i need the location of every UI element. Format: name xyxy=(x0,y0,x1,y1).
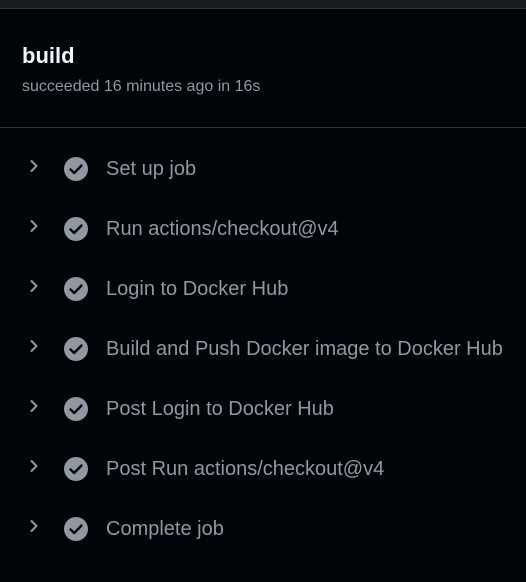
step-label: Complete job xyxy=(106,518,224,540)
chevron-right-icon[interactable] xyxy=(27,279,41,293)
chevron-right-icon[interactable] xyxy=(27,459,41,473)
check-circle-icon xyxy=(64,157,88,181)
step-login-docker-hub[interactable]: Login to Docker Hub xyxy=(0,259,526,319)
step-complete-job[interactable]: Complete job xyxy=(0,499,526,559)
check-circle-icon xyxy=(64,277,88,301)
check-circle-icon xyxy=(64,397,88,421)
step-label: Post Run actions/checkout@v4 xyxy=(106,458,385,480)
check-circle-icon xyxy=(64,217,88,241)
chevron-right-icon[interactable] xyxy=(27,519,41,533)
step-post-run-actions-checkout[interactable]: Post Run actions/checkout@v4 xyxy=(0,439,526,499)
step-set-up-job[interactable]: Set up job xyxy=(0,139,526,199)
job-steps-list: Set up job Run actions/checkout@v4 Login… xyxy=(0,139,526,559)
check-circle-icon xyxy=(64,457,88,481)
step-label: Build and Push Docker image to Docker Hu… xyxy=(106,338,503,360)
job-title: build xyxy=(22,43,75,68)
top-strip xyxy=(0,0,526,9)
check-circle-icon xyxy=(64,517,88,541)
step-build-and-push[interactable]: Build and Push Docker image to Docker Hu… xyxy=(0,319,526,379)
step-label: Post Login to Docker Hub xyxy=(106,398,334,420)
check-circle-icon xyxy=(64,337,88,361)
job-status-text: succeeded 16 minutes ago in 16s xyxy=(22,78,261,95)
step-label: Set up job xyxy=(106,158,197,180)
chevron-right-icon[interactable] xyxy=(27,399,41,413)
chevron-right-icon[interactable] xyxy=(27,339,41,353)
job-header: build succeeded 16 minutes ago in 16s xyxy=(0,9,526,128)
chevron-right-icon[interactable] xyxy=(27,159,41,173)
chevron-right-icon[interactable] xyxy=(27,219,41,233)
step-post-login-docker-hub[interactable]: Post Login to Docker Hub xyxy=(0,379,526,439)
step-run-actions-checkout[interactable]: Run actions/checkout@v4 xyxy=(0,199,526,259)
step-label: Login to Docker Hub xyxy=(106,278,289,300)
step-label: Run actions/checkout@v4 xyxy=(106,218,339,240)
